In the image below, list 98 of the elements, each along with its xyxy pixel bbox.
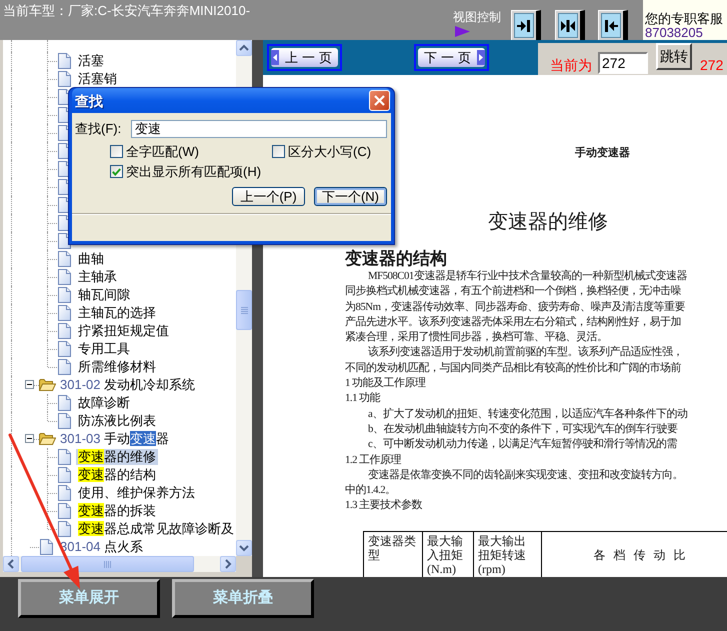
text-line: 紧凑合理，采用了惯性同步器，换档可靠、平稳、灵活。 [345, 330, 608, 346]
close-button[interactable] [369, 90, 390, 111]
document-icon [58, 413, 71, 429]
document-icon [40, 539, 53, 555]
folder-icon [39, 379, 56, 391]
search-field[interactable]: 变速 [131, 120, 387, 138]
grip-icon [240, 306, 248, 314]
document-icon [58, 341, 71, 357]
caret-left-icon [271, 50, 279, 65]
section-heading: 变速器的结构 [345, 249, 447, 269]
checkbox[interactable] [110, 145, 123, 158]
previous-match-button[interactable]: 上一个(P) [232, 187, 305, 206]
document-icon [58, 287, 71, 303]
text-line: 1.3 主要技术参数 [345, 498, 422, 514]
checkbox-label[interactable]: 全字匹配(W) [126, 144, 199, 159]
triangle-icon [455, 26, 470, 37]
caret-right-icon [477, 50, 485, 65]
service-phone: 87038205 [645, 26, 703, 40]
arrow-to-right-bar-icon [517, 20, 531, 32]
minus-box-icon[interactable] [25, 380, 34, 389]
scroll-down-button[interactable] [236, 540, 252, 556]
text-line: MF508C01变速器是轿车行业中技术含量较高的一种新型机械式变速器 [368, 269, 687, 284]
tree-item-label[interactable]: 轴瓦间隙 [76, 287, 132, 303]
text-line: 中的1.4.2。 [345, 483, 396, 498]
checkbox-label[interactable]: 区分大小写(C) [288, 144, 372, 159]
text-line: 该系列变速器适用于发动机前置前驱的车型。该系列产品适应性强， [368, 345, 683, 360]
scroll-up-button[interactable] [236, 40, 252, 56]
document-icon [58, 485, 71, 501]
tree-item-label[interactable]: 拧紧扭矩规定值 [76, 323, 171, 339]
scroll-left-button[interactable] [3, 556, 19, 572]
dialog-title: 查找 [75, 92, 103, 108]
tree-item-label[interactable]: 变速器的拆装 [76, 503, 158, 519]
text-line: c、可中断发动机动力传递，以满足汽车短暂停驶和滑行等情况的需 [368, 437, 677, 452]
document-title: 变速器的维修 [488, 211, 608, 233]
tree-item-label[interactable]: 301-02 发动机冷却系统 [58, 377, 198, 393]
grip-icon [104, 560, 111, 568]
checkmark-icon [112, 168, 121, 176]
close-icon [374, 95, 385, 106]
tree-item-label[interactable]: 301-03 手动变速器 [58, 431, 172, 447]
tree-item-label[interactable]: 主轴瓦的选择 [76, 305, 158, 321]
text-line: 为85Nm，变速器传动效率、同步器寿命、疲劳寿命、噪声及清洁度等重要 [345, 300, 685, 315]
scroll-thumb[interactable] [236, 290, 252, 330]
document-icon [58, 521, 71, 537]
next-match-button[interactable]: 下一个(N) [314, 187, 387, 206]
view-layout-button[interactable] [555, 10, 585, 40]
checkbox[interactable] [272, 145, 285, 158]
minus-box-icon[interactable] [25, 434, 34, 443]
previous-page-button[interactable]: 上一页 [267, 44, 342, 71]
tree-item-label[interactable]: 专用工具 [76, 341, 132, 357]
text-line: 1 功能及工作原理 [345, 376, 426, 392]
view-layout-button[interactable] [598, 10, 628, 40]
current-page-label: 当前为 [550, 57, 592, 73]
jump-button[interactable]: 跳转 [656, 43, 692, 70]
tree-item-label[interactable]: 活塞销 [76, 71, 119, 87]
document-icon [58, 71, 71, 87]
tree-item-label[interactable]: 活塞 [76, 53, 106, 69]
arrows-to-center-bar-icon [561, 20, 575, 32]
scroll-right-button[interactable] [220, 556, 236, 572]
text-line: 1.1 功能 [345, 391, 380, 406]
document-icon [58, 359, 71, 375]
document-icon [58, 395, 71, 411]
document-icon [58, 305, 71, 321]
view-control-label: 视图控制 [453, 10, 501, 24]
text-line: 1.2 工作原理 [345, 452, 402, 468]
text-line: 产品先进水平。该系列变速器壳体采用左右分箱式，结构刚性好，易于加 [345, 314, 681, 330]
service-label: 您的专职客服 [645, 12, 723, 26]
document-icon [58, 467, 71, 483]
page-header: 手动变速器 [575, 147, 630, 159]
find-label: 查找(F): [75, 121, 122, 137]
vehicle-info-text: 当前车型：厂家:C-长安汽车奔奔MINI2010- [2, 2, 250, 19]
document-icon [58, 251, 71, 267]
checkbox[interactable] [110, 165, 123, 178]
tree-item-label[interactable]: 所需维修材料 [76, 359, 158, 375]
text-line: a、扩大了发动机的扭矩、转速变化范围，以适应汽车各种条件下的动 [368, 406, 688, 422]
text-line: 不同的发动机匹配，与国内同类产品相比有较高的性价比和广阔的市场前 [345, 360, 681, 376]
folder-icon [39, 433, 56, 445]
document-icon [58, 269, 71, 285]
text-line: 同步换档式机械变速器，有五个前进档和一个倒档，换档轻便，无冲击噪 [345, 284, 681, 300]
document-icon [58, 53, 71, 69]
text-line: 变速器是依靠变换不同的齿轮副来实现变速、变扭和改变旋转方向。 [368, 468, 683, 483]
total-pages-text: 272 [700, 57, 724, 73]
arrow-to-left-bar-icon [604, 20, 618, 32]
page-number-field[interactable]: 272 [598, 52, 648, 74]
tree-item-label[interactable]: 变速器总成常见故障诊断及 [76, 521, 236, 537]
tree-item-label[interactable]: 故障诊断 [76, 395, 132, 411]
document-icon [58, 323, 71, 339]
document-icon [58, 503, 71, 519]
tree-item-label[interactable]: 使用、维护保养方法 [76, 485, 197, 501]
checkbox-label[interactable]: 突出显示所有匹配项(H) [126, 164, 262, 179]
view-layout-button[interactable] [511, 10, 541, 40]
tree-item-label[interactable]: 变速器的结构 [76, 467, 158, 483]
document-icon [58, 449, 71, 465]
tree-item-label[interactable]: 主轴承 [76, 269, 119, 285]
tree-item-label[interactable]: 防冻液比例表 [76, 413, 158, 429]
tree-item-label[interactable]: 曲轴 [76, 251, 106, 267]
tree-item-label[interactable]: 变速器的维修 [76, 449, 158, 465]
next-page-button[interactable]: 下一页 [414, 44, 489, 71]
text-line: b、在发动机曲轴旋转方向不变的条件下，可实现汽车的倒车行驶要 [368, 422, 678, 437]
